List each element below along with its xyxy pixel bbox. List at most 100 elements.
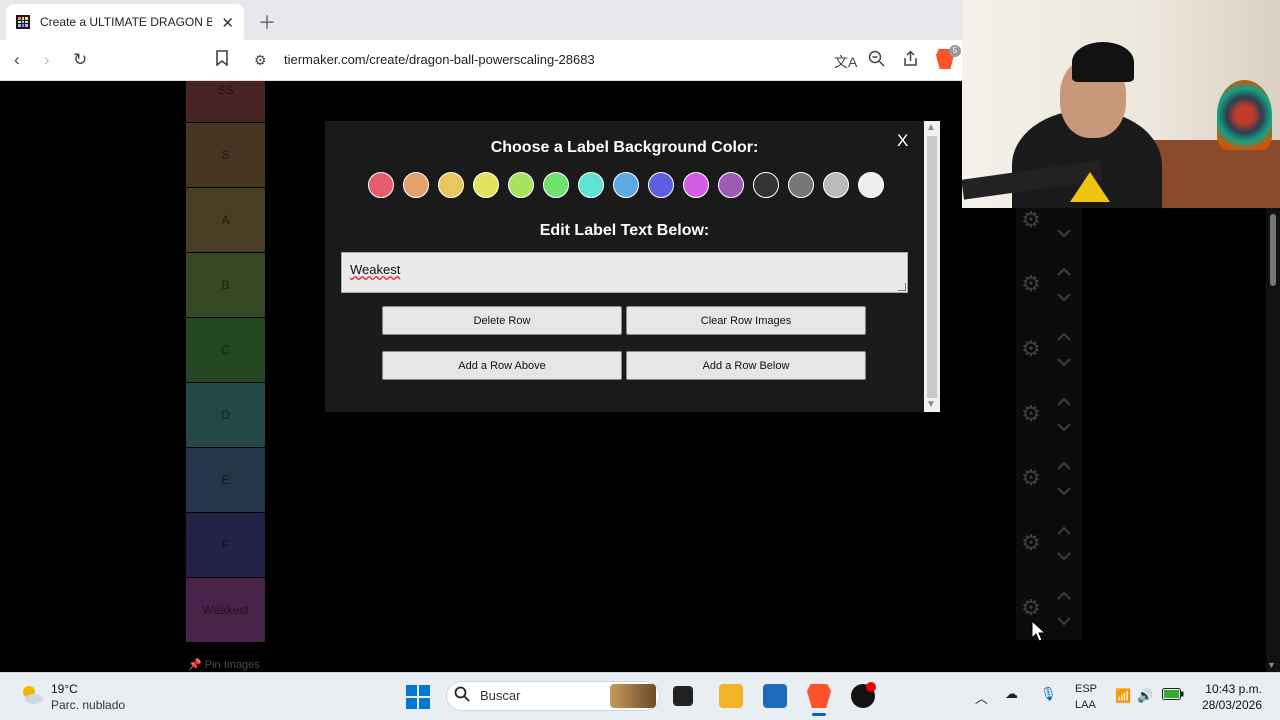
add-row-below-button[interactable]: Add a Row Below bbox=[626, 351, 866, 380]
color-swatch[interactable] bbox=[543, 172, 569, 198]
zoom-out-icon[interactable] bbox=[868, 50, 885, 72]
color-swatch[interactable] bbox=[648, 172, 674, 198]
color-swatches bbox=[368, 172, 884, 198]
address-bar[interactable]: tiermaker.com/create/dragon-ball-powersc… bbox=[284, 52, 595, 67]
row-settings-gear-icon[interactable]: ⚙ bbox=[1020, 338, 1042, 360]
task-view-icon[interactable] bbox=[673, 686, 693, 706]
active-app-indicator bbox=[812, 713, 826, 716]
clear-row-images-button[interactable]: Clear Row Images bbox=[626, 306, 866, 335]
share-icon[interactable] bbox=[902, 50, 919, 72]
move-row-down-icon[interactable] bbox=[1056, 292, 1072, 302]
color-swatch[interactable] bbox=[753, 172, 779, 198]
tier-label-c[interactable]: C bbox=[186, 318, 265, 383]
color-swatch[interactable] bbox=[578, 172, 604, 198]
pin-images-option[interactable]: 📌 Pin Images bbox=[188, 658, 260, 671]
row-settings-gear-icon[interactable]: ⚙ bbox=[1020, 597, 1042, 619]
browser-tab-bar: Create a ULTIMATE DRAGON BALL ✕ ＋ bbox=[0, 0, 962, 40]
search-icon bbox=[454, 686, 470, 706]
weather-cloud-sun-icon[interactable] bbox=[20, 683, 44, 707]
color-swatch[interactable] bbox=[858, 172, 884, 198]
forward-icon[interactable]: › bbox=[44, 50, 50, 70]
microsoft-store-icon[interactable] bbox=[763, 684, 787, 708]
battery-icon[interactable] bbox=[1162, 688, 1184, 703]
shields-count-badge: 5 bbox=[949, 45, 961, 57]
row-settings-gear-icon[interactable]: ⚙ bbox=[1020, 403, 1042, 425]
row-settings-gear-icon[interactable]: ⚙ bbox=[1020, 273, 1042, 295]
wifi-icon[interactable]: 📶 bbox=[1115, 688, 1131, 704]
row-settings-gear-icon[interactable]: ⚙ bbox=[1020, 532, 1042, 554]
color-swatch[interactable] bbox=[508, 172, 534, 198]
clock-time[interactable]: 10:43 p.m. bbox=[1205, 682, 1262, 696]
microphone-icon[interactable]: 🎙 bbox=[1040, 686, 1057, 702]
row-settings-gear-icon[interactable]: ⚙ bbox=[1020, 467, 1042, 489]
move-row-down-icon[interactable] bbox=[1056, 228, 1072, 238]
modal-scroll-down-icon[interactable]: ▼ bbox=[926, 399, 936, 410]
weather-temperature[interactable]: 19°C bbox=[51, 682, 78, 696]
onedrive-icon[interactable]: ☁ bbox=[1005, 686, 1018, 702]
label-text-heading: Edit Label Text Below: bbox=[539, 222, 710, 239]
mouse-cursor-icon bbox=[1031, 620, 1045, 642]
move-row-down-icon[interactable] bbox=[1056, 486, 1072, 496]
color-heading: Choose a Label Background Color: bbox=[490, 139, 759, 156]
color-swatch[interactable] bbox=[473, 172, 499, 198]
tab-close-icon[interactable]: ✕ bbox=[221, 14, 234, 32]
screen: Create a ULTIMATE DRAGON BALL ✕ ＋ ‹ › ↻ … bbox=[0, 0, 1280, 720]
clock-date[interactable]: 28/03/2026 bbox=[1202, 698, 1262, 712]
page-scroll-down-icon[interactable]: ▼ bbox=[1267, 660, 1276, 670]
reload-icon[interactable]: ↻ bbox=[73, 50, 87, 70]
row-settings-gear-icon[interactable]: ⚙ bbox=[1020, 209, 1042, 231]
color-swatch[interactable] bbox=[788, 172, 814, 198]
tier-label-d[interactable]: D bbox=[186, 383, 265, 448]
browser-tab[interactable]: Create a ULTIMATE DRAGON BALL ✕ bbox=[6, 4, 244, 40]
color-swatch[interactable] bbox=[823, 172, 849, 198]
color-swatch[interactable] bbox=[718, 172, 744, 198]
back-icon[interactable]: ‹ bbox=[14, 50, 20, 70]
tier-label-f[interactable]: F bbox=[186, 513, 265, 578]
move-row-up-icon[interactable] bbox=[1056, 461, 1072, 471]
color-swatch[interactable] bbox=[368, 172, 394, 198]
file-explorer-icon[interactable] bbox=[719, 684, 743, 708]
add-row-above-button[interactable]: Add a Row Above bbox=[382, 351, 622, 380]
tab-title: Create a ULTIMATE DRAGON BALL bbox=[40, 15, 212, 29]
decorative-sculpture bbox=[1217, 80, 1272, 150]
tier-label-ss[interactable]: SS bbox=[186, 81, 265, 123]
keyboard-layout[interactable]: LAA bbox=[1075, 699, 1096, 711]
move-row-down-icon[interactable] bbox=[1056, 551, 1072, 561]
color-swatch[interactable] bbox=[403, 172, 429, 198]
move-row-down-icon[interactable] bbox=[1056, 422, 1072, 432]
move-row-down-icon[interactable] bbox=[1056, 357, 1072, 367]
show-hidden-icons-icon[interactable]: ︿ bbox=[975, 688, 988, 707]
search-highlight-image bbox=[610, 684, 656, 708]
modal-scroll-thumb[interactable] bbox=[927, 136, 937, 398]
move-row-up-icon[interactable] bbox=[1056, 591, 1072, 601]
tier-label-weakest[interactable]: Weakest bbox=[186, 578, 265, 643]
volume-icon[interactable]: 🔊 bbox=[1137, 688, 1153, 704]
move-row-down-icon[interactable] bbox=[1056, 616, 1072, 626]
language-code[interactable]: ESP bbox=[1075, 683, 1097, 695]
search-placeholder: Buscar bbox=[480, 688, 521, 703]
translate-icon[interactable]: 文A bbox=[834, 52, 857, 72]
tier-label-s[interactable]: S bbox=[186, 123, 265, 188]
color-swatch[interactable] bbox=[438, 172, 464, 198]
webcam-overlay bbox=[962, 0, 1280, 208]
start-button[interactable] bbox=[406, 685, 430, 709]
delete-row-button[interactable]: Delete Row bbox=[382, 306, 622, 335]
site-settings-icon[interactable]: ⚙ bbox=[254, 52, 267, 69]
textarea-resize-handle[interactable] bbox=[898, 283, 906, 291]
move-row-up-icon[interactable] bbox=[1056, 526, 1072, 536]
tier-label-a[interactable]: A bbox=[186, 188, 265, 253]
color-swatch[interactable] bbox=[613, 172, 639, 198]
move-row-up-icon[interactable] bbox=[1056, 397, 1072, 407]
tier-label-b[interactable]: B bbox=[186, 253, 265, 318]
modal-scroll-up-icon[interactable]: ▲ bbox=[926, 122, 936, 133]
bookmark-icon[interactable] bbox=[215, 50, 229, 71]
recording-dot-icon bbox=[866, 682, 876, 692]
tier-label-e[interactable]: E bbox=[186, 448, 265, 513]
page-scroll-thumb[interactable] bbox=[1270, 214, 1276, 286]
move-row-up-icon[interactable] bbox=[1056, 332, 1072, 342]
label-text-input[interactable]: Weakest bbox=[341, 252, 908, 293]
weather-description[interactable]: Parc. nublado bbox=[51, 698, 125, 712]
move-row-up-icon[interactable] bbox=[1056, 267, 1072, 277]
new-tab-icon[interactable]: ＋ bbox=[258, 9, 276, 35]
color-swatch[interactable] bbox=[683, 172, 709, 198]
